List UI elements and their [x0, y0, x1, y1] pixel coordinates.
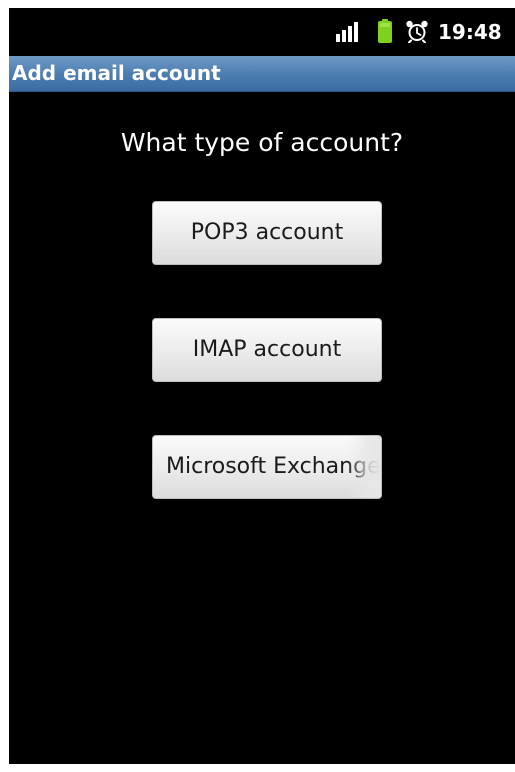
battery-icon — [378, 19, 392, 43]
alarm-clock-icon — [406, 20, 428, 43]
status-bar: 19:48 — [9, 8, 515, 56]
status-time: 19:48 — [438, 20, 502, 44]
microsoft-exchange-button-label: Microsoft Exchange — [166, 454, 381, 479]
imap-account-button-label: IMAP account — [192, 337, 342, 362]
account-type-prompt: What type of account? — [120, 128, 404, 157]
imap-account-button[interactable]: IMAP account — [152, 318, 382, 382]
page-title: Add email account — [12, 61, 221, 85]
title-bar: Add email account — [9, 56, 515, 92]
microsoft-exchange-button[interactable]: Microsoft Exchange — [152, 435, 382, 499]
pop3-account-button[interactable]: POP3 account — [152, 201, 382, 265]
signal-bars-icon — [336, 22, 358, 42]
pop3-account-button-label: POP3 account — [190, 220, 344, 245]
phone-screen: 19:48 Add email account What type of acc… — [9, 8, 515, 764]
